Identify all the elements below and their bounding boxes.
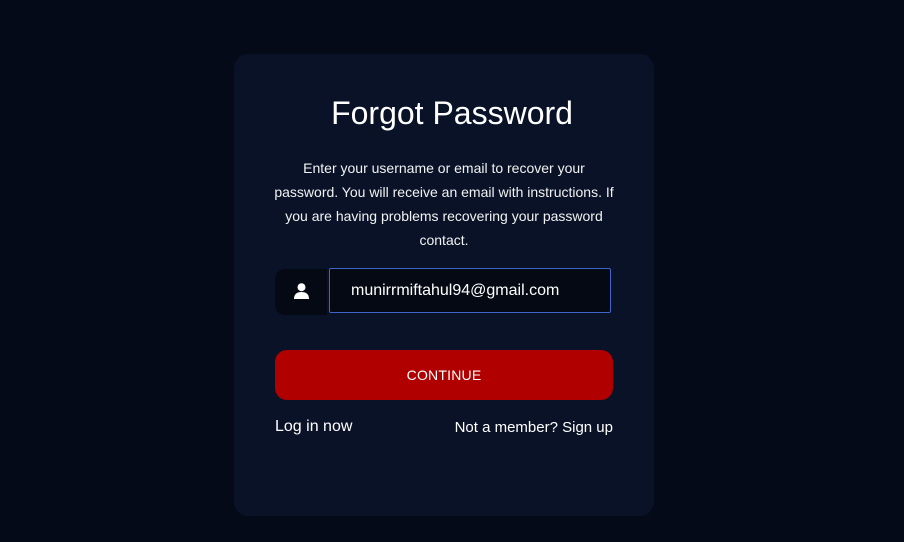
signup-link[interactable]: Not a member? Sign up [455, 419, 613, 437]
user-icon-container [275, 269, 327, 315]
user-icon [294, 283, 309, 299]
instructions-text: Enter your username or email to recover … [274, 160, 614, 248]
email-input[interactable] [329, 268, 611, 313]
continue-button[interactable]: CONTINUE [275, 350, 613, 400]
page-title: Forgot Password [331, 95, 573, 131]
login-link[interactable]: Log in now [275, 417, 352, 437]
